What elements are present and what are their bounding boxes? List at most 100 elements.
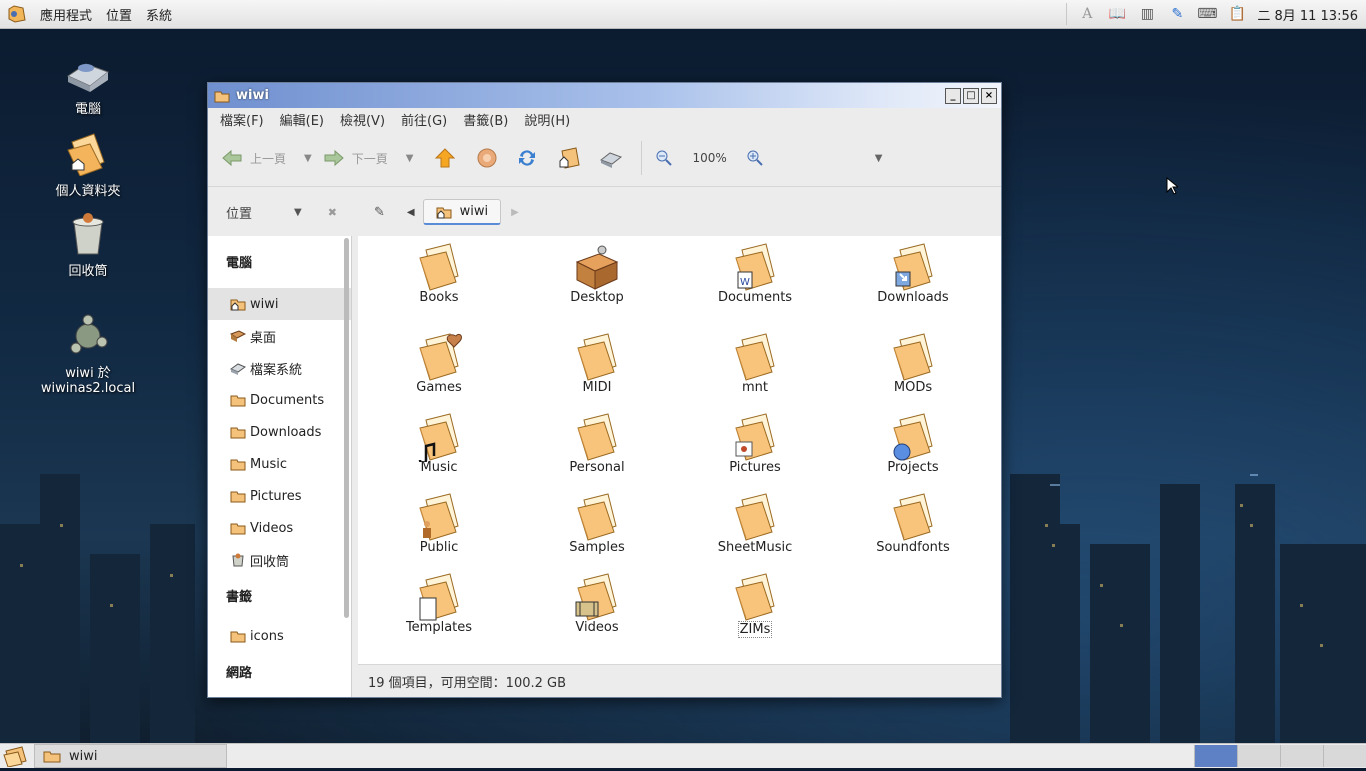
file-item[interactable]: Videos xyxy=(522,572,672,635)
file-item-label: Books xyxy=(419,290,459,305)
plain-folder-icon xyxy=(572,492,622,542)
maximize-button[interactable]: □ xyxy=(963,88,979,104)
file-item[interactable]: Public xyxy=(364,492,514,555)
workspace-2[interactable] xyxy=(1237,745,1280,767)
file-item[interactable]: MODs xyxy=(838,332,988,395)
clock[interactable]: 二 8月 11 13:56 xyxy=(1257,5,1358,24)
forward-button[interactable]: 下一頁 xyxy=(322,146,388,170)
workspace-1[interactable] xyxy=(1194,745,1237,767)
edit-location-icon[interactable]: ✎ xyxy=(374,205,385,220)
file-item[interactable]: Samples xyxy=(522,492,672,555)
menu-view[interactable]: 檢視(V) xyxy=(340,110,385,129)
minimize-button[interactable]: _ xyxy=(945,88,961,104)
stop-icon[interactable] xyxy=(475,146,499,170)
file-item[interactable]: ZIMs xyxy=(680,572,830,638)
folder-icon xyxy=(230,459,246,471)
up-arrow-icon[interactable] xyxy=(433,146,457,170)
trash-icon xyxy=(232,553,244,567)
drive-icon xyxy=(230,363,246,375)
sidebar-item-filesystem[interactable]: 檔案系統 xyxy=(208,352,351,384)
file-item[interactable]: Desktop xyxy=(522,242,672,305)
desktop-icon-computer[interactable]: 電腦 xyxy=(23,50,153,117)
menu-edit[interactable]: 編輯(E) xyxy=(280,110,324,129)
menu-help[interactable]: 說明(H) xyxy=(524,110,570,129)
back-history-dropdown[interactable]: ▼ xyxy=(304,153,312,164)
sidebar-item-trash[interactable]: 回收筒 xyxy=(208,544,351,576)
font-icon[interactable]: A xyxy=(1077,5,1097,23)
zoom-in-icon[interactable] xyxy=(743,146,767,170)
tmpl-folder-icon xyxy=(414,572,464,622)
computer-icon xyxy=(64,50,112,94)
folder-icon xyxy=(214,91,230,102)
file-item[interactable]: Games xyxy=(364,332,514,395)
desktop-icon-trash[interactable]: 回收筒 xyxy=(23,212,153,279)
file-item-label: MODs xyxy=(893,380,933,395)
forward-history-dropdown[interactable]: ▼ xyxy=(406,153,414,164)
file-grid: Books Desktop W Documents Downloads Games MIDI… xyxy=(358,236,1001,663)
zoom-level[interactable]: 100% xyxy=(692,151,726,165)
file-item[interactable]: Pictures xyxy=(680,412,830,475)
crumb-right-arrow-icon[interactable]: ▶ xyxy=(511,207,519,218)
computer-toolbar-icon[interactable] xyxy=(599,146,623,170)
person-folder-icon xyxy=(414,492,464,542)
file-item[interactable]: SheetMusic xyxy=(680,492,830,555)
zoom-out-icon[interactable] xyxy=(652,146,676,170)
folder-icon xyxy=(230,631,246,643)
sidebar-item-icons[interactable]: icons xyxy=(208,620,351,652)
file-item[interactable]: mnt xyxy=(680,332,830,395)
sidebar: 電腦 wiwi 桌面 檔案系統 Documents Downloads Musi… xyxy=(208,236,352,697)
sidebar-item-desktop[interactable]: 桌面 xyxy=(208,320,351,352)
clipboard-icon[interactable]: 📋 xyxy=(1227,5,1247,23)
workspace-3[interactable] xyxy=(1280,745,1323,767)
back-button[interactable]: 上一頁 xyxy=(220,146,286,170)
close-pane-icon[interactable]: ✖ xyxy=(328,206,337,219)
home-icon[interactable] xyxy=(557,146,581,170)
sidebar-item-documents[interactable]: Documents xyxy=(208,384,351,416)
menu-go[interactable]: 前往(G) xyxy=(401,110,447,129)
pen-icon[interactable]: ✎ xyxy=(1167,5,1187,23)
location-mode-selector[interactable]: 位置 ▼ ✖ xyxy=(208,203,348,222)
close-button[interactable]: × xyxy=(981,88,997,104)
plain-folder-icon xyxy=(888,332,938,382)
sidebar-item-wiwi[interactable]: wiwi xyxy=(208,288,351,320)
sidebar-scrollbar[interactable] xyxy=(344,238,349,618)
network-icon[interactable]: ▥ xyxy=(1137,5,1157,23)
toolbar-overflow-dropdown[interactable]: ▼ xyxy=(875,153,883,164)
sidebar-item-videos[interactable]: Videos xyxy=(208,512,351,544)
keyboard-icon[interactable]: ⌨ xyxy=(1197,5,1217,23)
file-item[interactable]: Projects xyxy=(838,412,988,475)
breadcrumb-wiwi[interactable]: wiwi xyxy=(422,199,502,225)
menu-applications[interactable]: 應用程式 xyxy=(38,5,94,24)
window-titlebar[interactable]: wiwi _ □ × xyxy=(208,83,1001,108)
taskbar-button-wiwi[interactable]: wiwi xyxy=(34,744,227,768)
menu-places[interactable]: 位置 xyxy=(104,5,134,24)
file-item-label: Games xyxy=(416,380,462,395)
menu-system[interactable]: 系統 xyxy=(144,5,174,24)
file-item[interactable]: W Documents xyxy=(680,242,830,305)
desktop-icon-home[interactable]: 個人資料夾 xyxy=(23,132,153,199)
file-item[interactable]: MIDI xyxy=(522,332,672,395)
file-item[interactable]: Music xyxy=(364,412,514,475)
desktop-icon-network-share[interactable]: wiwi 於 wiwinas2.local xyxy=(23,314,153,396)
sidebar-item-downloads[interactable]: Downloads xyxy=(208,416,351,448)
crumb-left-arrow-icon[interactable]: ◀ xyxy=(407,207,415,218)
menu-file[interactable]: 檔案(F) xyxy=(220,110,264,129)
gnome-foot-icon[interactable] xyxy=(6,4,28,24)
workspace-4[interactable] xyxy=(1323,745,1366,767)
dictionary-icon[interactable]: 📖 xyxy=(1107,5,1127,23)
reload-icon[interactable] xyxy=(515,146,539,170)
sidebar-item-music[interactable]: Music xyxy=(208,448,351,480)
show-desktop-icon[interactable] xyxy=(2,745,28,771)
trash-icon xyxy=(64,212,112,256)
file-item[interactable]: Downloads xyxy=(838,242,988,305)
mouse-cursor-icon xyxy=(1166,177,1178,195)
heart-folder-icon xyxy=(414,332,464,382)
panel-menus: 應用程式 位置 系統 xyxy=(0,4,174,24)
file-item[interactable]: Templates xyxy=(364,572,514,635)
menu-bookmarks[interactable]: 書籤(B) xyxy=(463,110,508,129)
sidebar-item-label: Documents xyxy=(250,392,325,408)
file-item[interactable]: Personal xyxy=(522,412,672,475)
file-item[interactable]: Soundfonts xyxy=(838,492,988,555)
sidebar-item-pictures[interactable]: Pictures xyxy=(208,480,351,512)
file-item[interactable]: Books xyxy=(364,242,514,305)
